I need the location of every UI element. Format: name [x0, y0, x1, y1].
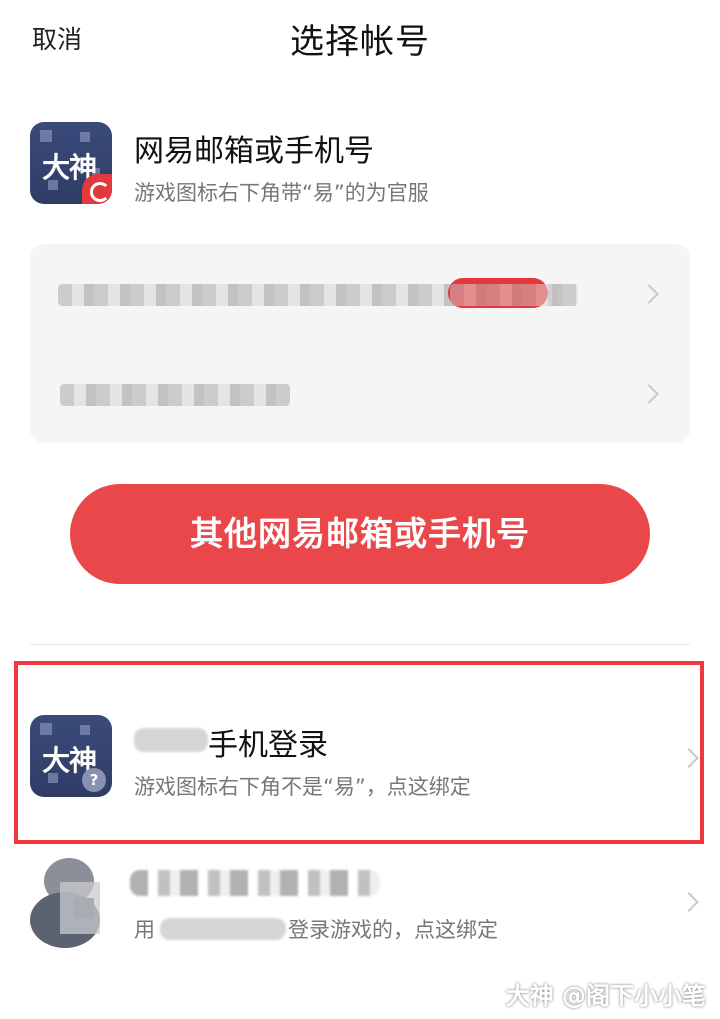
account-row[interactable] — [30, 344, 690, 443]
divider — [30, 644, 690, 645]
dashen-app-icon: 大神 ? — [30, 715, 112, 797]
phone-login-option[interactable] — [14, 661, 704, 844]
blurred-account-text — [60, 384, 290, 406]
netease-section-title: 网易邮箱或手机号 — [134, 134, 374, 169]
netease-logo-icon — [82, 174, 112, 204]
question-badge-icon: ? — [82, 768, 106, 792]
netease-section-subtitle: 游戏图标右下角带“易”的为官服 — [134, 181, 429, 205]
phone-login-title: 手机登录 — [208, 728, 328, 763]
chevron-right-icon — [639, 284, 659, 304]
qq-login-option[interactable] — [30, 848, 690, 968]
dashen-app-icon: 大神 — [30, 122, 112, 204]
blurred-badge-text — [450, 284, 560, 306]
other-account-button[interactable]: 其他网易邮箱或手机号 — [70, 484, 650, 584]
watermark: 大神 @阁下小小笔 — [505, 982, 706, 1010]
chevron-right-icon — [639, 384, 659, 404]
page-title: 选择帐号 — [290, 22, 430, 62]
blurred-text — [134, 728, 208, 752]
phone-login-subtitle: 游戏图标右下角不是“易”，点这绑定 — [134, 775, 471, 799]
saved-accounts-card — [30, 244, 690, 443]
account-row[interactable] — [30, 244, 690, 343]
